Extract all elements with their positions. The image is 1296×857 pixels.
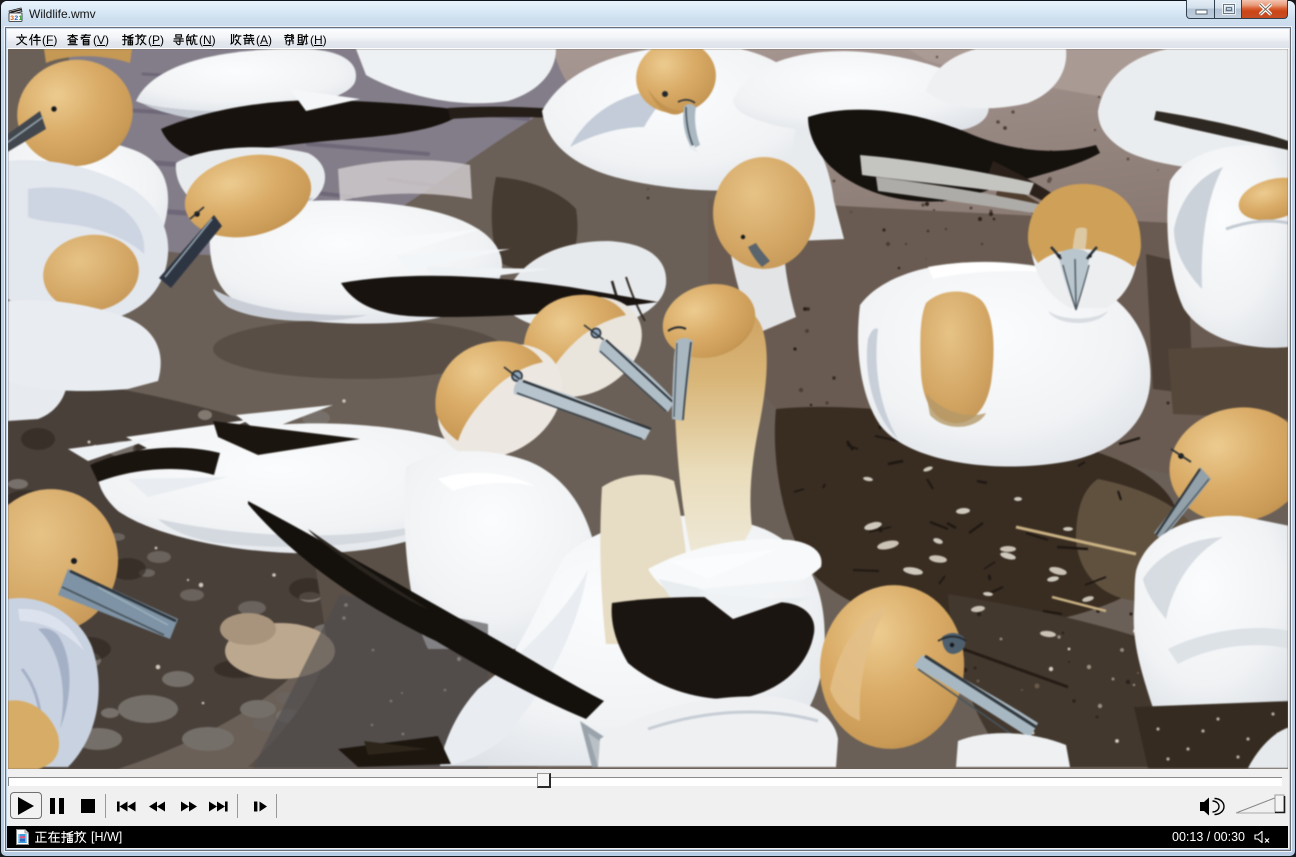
svg-text:1: 1: [19, 15, 23, 22]
